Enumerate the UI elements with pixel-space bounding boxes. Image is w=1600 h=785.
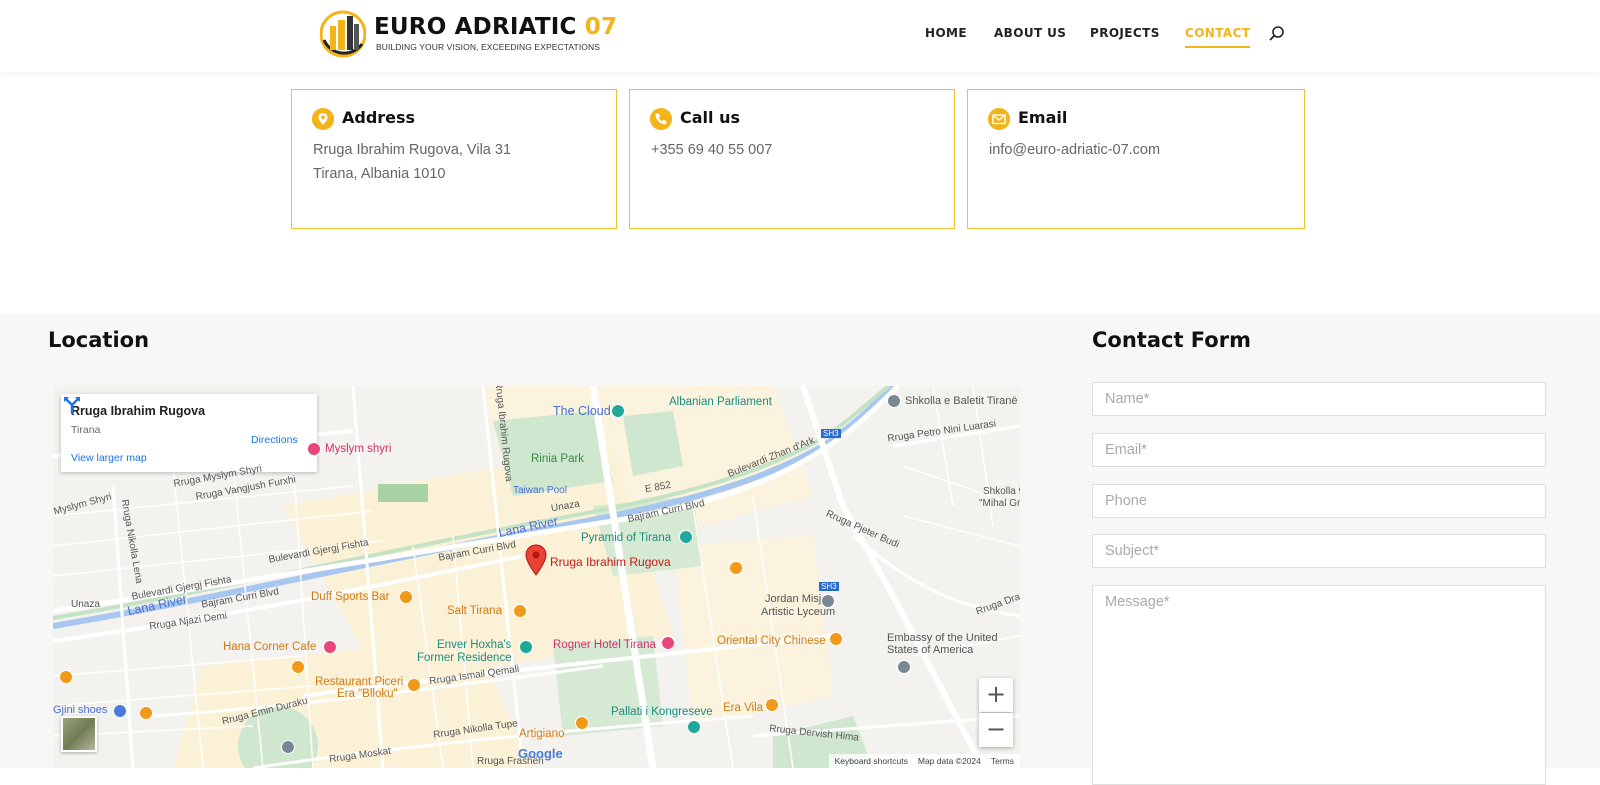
map-label-the-cloud: The Cloud [553, 404, 611, 418]
map-label-enver-b: Former Residence [417, 652, 512, 664]
email-title: Email [1018, 108, 1068, 127]
hana-cafe-pin-icon[interactable] [323, 640, 337, 654]
oriental-restaurant-pin-icon[interactable] [829, 632, 843, 646]
map-info-subtitle: Tirana [71, 424, 101, 436]
map-label-parliament: Albanian Parliament [669, 396, 772, 408]
map-label-myslym-shyri: Myslym shyri [325, 443, 392, 455]
map-label-restaurant-b: Era "Blloku" [337, 688, 398, 700]
park-pin-icon[interactable] [281, 740, 295, 754]
phone-icon [650, 108, 672, 130]
email-card: Email info@euro-adriatic-07.com [967, 89, 1305, 229]
map-label-jordan-b: Artistic Lyceum [761, 606, 836, 618]
map-label-shkolla-baletit: Shkolla e Baletit Tiranë [905, 395, 1018, 407]
map-label-duff: Duff Sports Bar [311, 591, 390, 603]
subject-input[interactable] [1092, 534, 1546, 568]
address-title: Address [342, 108, 416, 127]
map-label-rinia-park: Rinia Park [531, 453, 585, 465]
map-info-window: Rruga Ibrahim Rugova Tirana View larger … [61, 394, 317, 472]
map-label-embassy-a: Embassy of the United [887, 632, 998, 644]
zoom-in-button[interactable]: + [979, 678, 1013, 712]
restaurant-piceri-pin-icon[interactable] [407, 678, 421, 692]
nav-contact[interactable]: CONTACT [1185, 26, 1251, 48]
location-pin-icon [312, 108, 334, 130]
directions-link[interactable]: Directions [251, 434, 298, 446]
school-pin-icon[interactable] [887, 394, 901, 408]
food-pin-icon[interactable] [59, 670, 73, 684]
map-label-embassy-b: States of America [887, 644, 974, 656]
map-label-enver-a: Enver Hoxha's [437, 639, 512, 651]
name-input[interactable] [1092, 382, 1546, 416]
location-marker-icon[interactable] [525, 544, 547, 576]
keyboard-shortcuts-link[interactable]: Keyboard shortcuts [835, 756, 908, 766]
call-card: Call us +355 69 40 55 007 [629, 89, 955, 229]
map-label-shkolla9-a: Shkolla 9 [983, 486, 1020, 497]
map-label-taiwan-pool: Taiwan Pool [513, 485, 567, 496]
address-line-1: Rruga Ibrahim Rugova, Vila 31 [313, 142, 512, 158]
terms-link[interactable]: Terms [991, 756, 1014, 766]
email-input[interactable] [1092, 433, 1546, 467]
lyceum-pin-icon[interactable] [821, 594, 835, 608]
map-label-sh3-top: SH3 [821, 429, 841, 438]
map-label-pyramid: Pyramid of Tirana [581, 532, 672, 544]
hotel-pin-icon[interactable] [661, 636, 675, 650]
map-pin-label: Rruga Ibrahim Rugova [550, 555, 671, 569]
embassy-pin-icon[interactable] [897, 660, 911, 674]
map-label-salt: Salt Tirana [447, 605, 502, 617]
location-title: Location [48, 328, 150, 352]
artigiano-pin-icon[interactable] [575, 716, 589, 730]
the-cloud-pin-icon[interactable] [611, 404, 625, 418]
map-label-restaurant-a: Restaurant Piceri [315, 676, 404, 688]
duff-restaurant-pin-icon[interactable] [399, 590, 413, 604]
map-info-title: Rruga Ibrahim Rugova [71, 404, 206, 418]
food2-pin-icon[interactable] [139, 706, 153, 720]
era-vila-pin-icon[interactable] [765, 698, 779, 712]
myslym-shyri-pin-icon[interactable] [307, 442, 321, 456]
message-textarea[interactable] [1092, 585, 1546, 785]
cafe-pin-icon[interactable] [291, 660, 305, 674]
map-label-pallati: Pallati i Kongreseve [611, 706, 713, 718]
map-label-artigiano: Artigiano [519, 728, 565, 740]
nav-home[interactable]: HOME [925, 26, 967, 40]
map-label-shkolla9-b: "Mihal Gr [979, 498, 1020, 509]
logo-tagline: BUILDING YOUR VISION, EXCEEDING EXPECTAT… [376, 42, 601, 52]
google-map[interactable]: Rruga Ibrahim Rugova Tirana View larger … [53, 386, 1020, 768]
map-label-sh3-mid: SH3 [819, 582, 839, 591]
restaurant-pin-icon[interactable] [729, 561, 743, 575]
map-label-rogner: Rogner Hotel Tirana [553, 639, 656, 651]
site-logo[interactable]: EURO ADRIATIC 07 BUILDING YOUR VISION, E… [320, 10, 617, 60]
location-contact-section: Location Contact Form Rruga Ibrahim Rugo… [0, 314, 1600, 785]
map-data-credit: Map data ©2024 [917, 756, 981, 766]
view-larger-map-link[interactable]: View larger map [71, 452, 147, 464]
museum-pin-icon[interactable] [519, 640, 533, 654]
shop-pin-icon[interactable] [113, 704, 127, 718]
email-address[interactable]: info@euro-adriatic-07.com [989, 142, 1160, 158]
map-footer: Keyboard shortcuts Map data ©2024 Terms [828, 754, 1020, 768]
logo-title: EURO ADRIATIC 07 [374, 14, 618, 40]
map-label-oriental: Oriental City Chinese [717, 635, 826, 647]
map-label-hana: Hana Corner Cafe [223, 641, 317, 653]
site-header: EURO ADRIATIC 07 BUILDING YOUR VISION, E… [0, 0, 1600, 72]
pallati-pin-icon[interactable] [687, 720, 701, 734]
salt-restaurant-pin-icon[interactable] [513, 604, 527, 618]
map-label-era-vila: Era Vila [723, 702, 764, 714]
map-label-jordan-a: Jordan Misja [765, 593, 828, 605]
call-title: Call us [680, 108, 740, 127]
envelope-icon [988, 108, 1010, 130]
contact-form-title: Contact Form [1092, 328, 1251, 352]
map-label-unaza-bottom: Unaza [71, 599, 100, 610]
map-label-gjini: Gjini shoes [53, 704, 108, 716]
address-card: Address Rruga Ibrahim Rugova, Vila 31 Ti… [291, 89, 617, 229]
nav-about-us[interactable]: ABOUT US [994, 26, 1066, 40]
google-logo: Google [518, 746, 563, 761]
phone-number[interactable]: +355 69 40 55 007 [651, 142, 772, 158]
address-line-2: Tirana, Albania 1010 [313, 166, 446, 182]
building-logo-icon [320, 10, 366, 58]
phone-input[interactable] [1092, 484, 1546, 518]
zoom-out-button[interactable]: − [979, 713, 1013, 747]
pyramid-pin-icon[interactable] [679, 530, 693, 544]
search-icon[interactable] [1268, 25, 1286, 43]
map-layer-toggle[interactable] [61, 716, 97, 752]
directions-icon[interactable] [61, 394, 83, 416]
nav-projects[interactable]: PROJECTS [1090, 26, 1160, 40]
